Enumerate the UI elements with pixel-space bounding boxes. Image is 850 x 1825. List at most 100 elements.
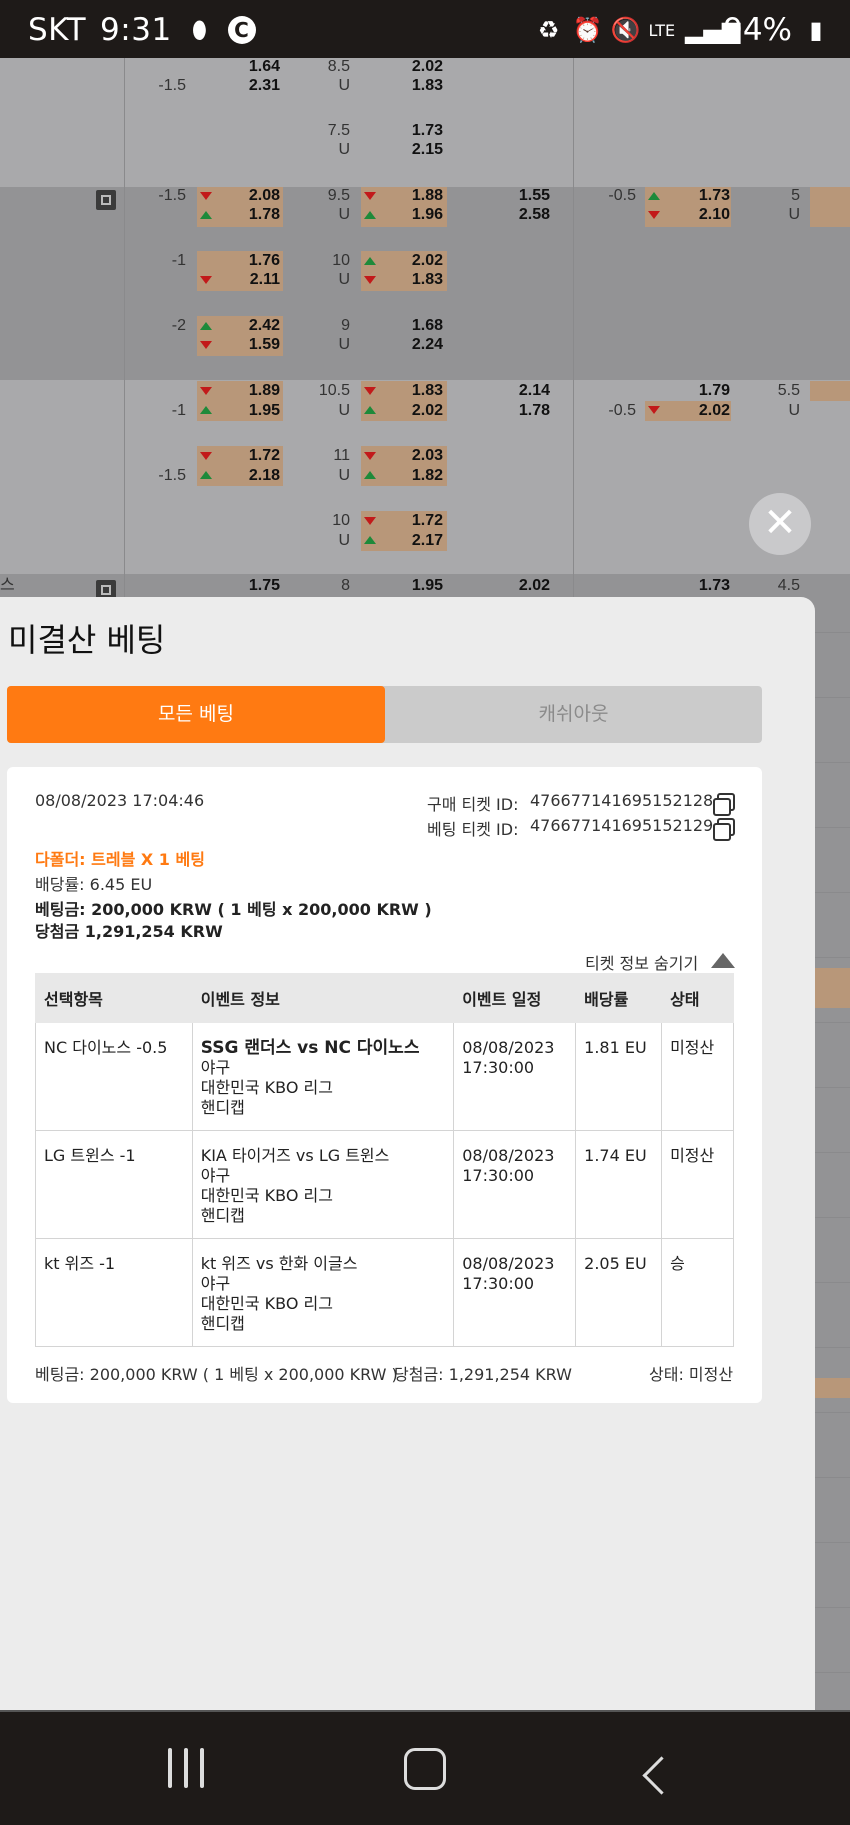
bg-total-u: U	[788, 206, 800, 223]
event-schedule: 08/08/2023 17:30:00	[453, 1238, 577, 1347]
bg-odd: 1.88	[411, 187, 443, 204]
copy-icon[interactable]	[713, 793, 735, 816]
home-icon[interactable]	[404, 1748, 446, 1790]
bg-total: 7.5	[327, 122, 350, 139]
bg-odd: 1.73	[411, 122, 443, 139]
bg-partial-label: 스	[0, 577, 15, 594]
bg-odd: 1.78	[518, 402, 550, 419]
odds-up-icon	[200, 471, 212, 479]
bg-odd: 2.42	[248, 317, 280, 334]
event-schedule: 08/08/2023 17:30:00	[453, 1130, 577, 1239]
bg-odd: 1.96	[411, 206, 443, 223]
table-row: NC 다이노스 -0.5 SSG 랜더스 vs NC 다이노스 야구 대한민국 …	[35, 1022, 734, 1131]
bg-total-u: U	[788, 402, 800, 419]
bet-tabs: 모든 베팅 캐쉬아웃	[7, 686, 762, 743]
bg-odd: 1.73	[698, 187, 730, 204]
recycle-battery-icon: ♻	[537, 16, 560, 44]
selection-odds: 2.05 EU	[575, 1238, 663, 1347]
odds-up-icon	[648, 192, 660, 200]
odds-up-icon	[200, 322, 212, 330]
selection-odds: 1.74 EU	[575, 1130, 663, 1239]
event-name: SSG 랜더스 vs NC 다이노스	[200, 1038, 420, 1058]
bg-odd: 2.02	[411, 402, 443, 419]
purchase-ticket-id: 476677141695152128	[530, 791, 714, 810]
bg-odd: 2.15	[411, 141, 443, 158]
bg-odd: 1.82	[411, 467, 443, 484]
bg-odd: 2.03	[411, 447, 443, 464]
odds-down-icon	[200, 452, 212, 460]
column-header: 상태	[661, 973, 734, 1023]
bg-total: 10.5	[318, 382, 350, 399]
bg-total: 4.5	[777, 577, 800, 594]
bg-total-u: U	[338, 271, 350, 288]
bg-odd: 2.58	[518, 206, 550, 223]
selection-odds: 1.81 EU	[575, 1022, 663, 1131]
c-app-icon: C	[227, 16, 256, 44]
bg-odd: 1.73	[698, 577, 730, 594]
odds-down-icon	[364, 387, 376, 395]
bet-ticket-card: 08/08/2023 17:04:46 구매 티켓 ID: 4766771416…	[7, 767, 762, 1403]
selection-pick: kt 위즈 -1	[35, 1238, 193, 1347]
bg-odd: 2.11	[249, 271, 280, 288]
bg-total-u: U	[338, 206, 350, 223]
bg-odd: 2.02	[411, 252, 443, 269]
bet-ticket-id-label: 베팅 티켓 ID:	[427, 820, 519, 839]
bg-odd: 1.83	[411, 271, 443, 288]
bg-odd: 1.79	[698, 382, 730, 399]
collapse-arrow-icon[interactable]	[711, 953, 735, 968]
bg-odd: 1.78	[248, 206, 280, 223]
bg-spread: -1	[171, 252, 186, 269]
bg-odd: 1.68	[411, 317, 443, 334]
stats-icon[interactable]	[96, 190, 116, 210]
close-button[interactable]: ✕	[749, 493, 811, 555]
bg-odd: 2.02	[698, 402, 730, 419]
selection-status: 미정산	[661, 1022, 734, 1131]
bg-spread: -1	[171, 402, 186, 419]
event-market: 핸디캡	[200, 1206, 245, 1225]
tab-cashout[interactable]: 캐쉬아웃	[385, 686, 762, 743]
alarm-icon: ⏰	[572, 16, 603, 44]
bg-odd: 2.08	[248, 187, 280, 204]
clock: 9:31	[100, 12, 172, 48]
bg-total: 8.5	[327, 58, 350, 75]
selection-status: 승	[661, 1238, 734, 1347]
copy-icon[interactable]	[713, 818, 735, 841]
odds-up-icon	[364, 471, 376, 479]
tab-all-bets[interactable]: 모든 베팅	[7, 686, 385, 743]
odds-down-icon	[364, 517, 376, 525]
bg-odd: 2.31	[248, 77, 280, 94]
bg-odd: 1.83	[411, 382, 443, 399]
bg-total: 10	[332, 252, 350, 269]
event-info: SSG 랜더스 vs NC 다이노스 야구 대한민국 KBO 리그 핸디캡	[191, 1022, 455, 1131]
toggle-ticket-info[interactable]: 티켓 정보 숨기기	[585, 950, 698, 974]
selections-table: 선택항목 이벤트 정보 이벤트 일정 배당률 상태 NC 다이노스 -0.5 S…	[35, 973, 734, 1347]
bg-total: 5	[791, 187, 800, 204]
odds-down-icon	[648, 406, 660, 414]
odds-up-icon	[364, 211, 376, 219]
event-date: 08/08/2023	[462, 1038, 555, 1057]
odds-down-icon	[364, 452, 376, 460]
event-date: 08/08/2023	[462, 1146, 555, 1165]
event-sport: 야구	[200, 1058, 231, 1077]
bg-odd: 1.76	[248, 252, 280, 269]
ticket-odds: 배당률: 6.45 EU	[35, 875, 153, 894]
bg-spread: -1.5	[158, 467, 186, 484]
odds-down-icon	[200, 387, 212, 395]
bg-odd: 1.59	[248, 336, 280, 353]
back-icon[interactable]	[642, 1756, 681, 1795]
bg-total-u: U	[338, 336, 350, 353]
bg-odd: 1.89	[248, 382, 280, 399]
bg-odd: 1.75	[248, 577, 280, 594]
bet-ticket-id: 476677141695152129	[530, 816, 714, 835]
column-header: 선택항목	[35, 973, 193, 1023]
open-bets-sheet: 미결산 베팅 모든 베팅 캐쉬아웃 08/08/2023 17:04:46 구매…	[0, 597, 815, 1710]
column-header: 배당률	[575, 973, 663, 1023]
odds-up-icon	[364, 257, 376, 265]
event-league: 대한민국 KBO 리그	[200, 1078, 333, 1097]
bg-total-u: U	[338, 141, 350, 158]
battery-icon: ▮	[809, 16, 823, 44]
pill-icon: ⬮	[191, 16, 208, 44]
event-time: 17:30:00	[462, 1166, 535, 1185]
recent-apps-icon[interactable]	[168, 1748, 204, 1788]
bet-type: 다폴더: 트레블 X 1 베팅	[35, 850, 205, 869]
